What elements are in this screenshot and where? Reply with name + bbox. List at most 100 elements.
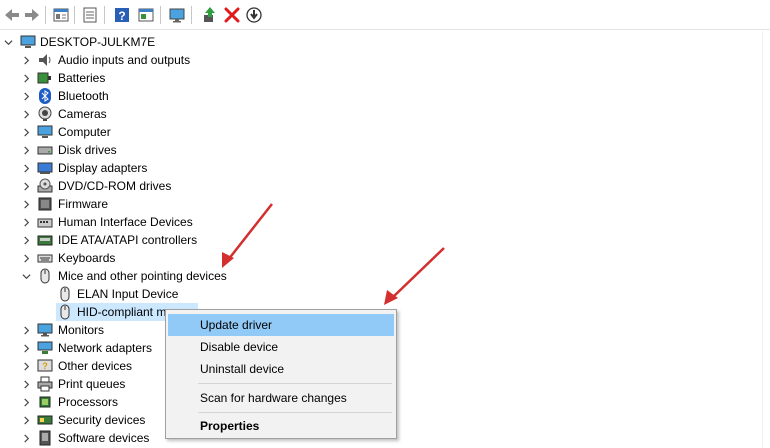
tree-category[interactable]: Firmware [0, 195, 260, 213]
chevron-right-icon[interactable] [20, 195, 32, 213]
toolbar: ? [0, 0, 770, 30]
tree-item-label: Batteries [58, 71, 106, 85]
context-menu: Update driver Disable device Uninstall d… [165, 309, 397, 439]
tree-category[interactable]: IDE ATA/ATAPI controllers [0, 231, 260, 249]
tree-category[interactable]: Bluetooth [0, 87, 260, 105]
back-icon[interactable] [2, 5, 22, 25]
chevron-right-icon[interactable] [20, 231, 32, 249]
chevron-right-icon[interactable] [20, 123, 32, 141]
chevron-right-icon[interactable] [20, 411, 32, 429]
tree-category[interactable]: Display adapters [0, 159, 260, 177]
ide-icon [37, 232, 53, 248]
svg-text:?: ? [118, 9, 125, 23]
tree-item-elan[interactable]: ELAN Input Device [0, 285, 200, 303]
tree-item-label: Bluetooth [58, 89, 109, 103]
toolbar-separator [160, 6, 161, 24]
chevron-right-icon[interactable] [20, 177, 32, 195]
chevron-right-icon[interactable] [20, 357, 32, 375]
chevron-right-icon[interactable] [20, 69, 32, 87]
tree-category[interactable]: Human Interface Devices [0, 213, 260, 231]
tree-item-label: Processors [58, 395, 119, 409]
tree-item-label: DVD/CD-ROM drives [58, 179, 172, 193]
vertical-scrollbar[interactable] [762, 31, 770, 448]
download-icon[interactable] [244, 5, 264, 25]
tree-item-label: Disk drives [58, 143, 117, 157]
tree-category[interactable]: Batteries [0, 69, 260, 87]
properties-icon[interactable] [51, 5, 71, 25]
tree-category[interactable]: Disk drives [0, 141, 260, 159]
camera-icon [37, 106, 53, 122]
uninstall-icon[interactable] [222, 5, 242, 25]
update-driver-icon[interactable] [200, 5, 220, 25]
menu-item-update-driver[interactable]: Update driver [168, 314, 394, 336]
tree-category[interactable]: Keyboards [0, 249, 260, 267]
chevron-right-icon[interactable] [20, 429, 32, 447]
network-icon [37, 340, 53, 356]
security-icon [37, 412, 53, 428]
tree-root-label: DESKTOP-JULKM7E [40, 35, 156, 49]
chevron-right-icon[interactable] [20, 375, 32, 393]
help-icon[interactable]: ? [112, 5, 132, 25]
chevron-right-icon[interactable] [20, 87, 32, 105]
tree-item-label: Print queues [58, 377, 126, 391]
tree-item-label: Cameras [58, 107, 107, 121]
tree-item-label: Firmware [58, 197, 108, 211]
menu-item-scan-hardware[interactable]: Scan for hardware changes [168, 387, 394, 409]
tree-root[interactable]: DESKTOP-JULKM7E [0, 33, 200, 51]
mouse-icon [57, 304, 73, 320]
computer-icon [20, 34, 36, 50]
mouse-icon [57, 286, 73, 302]
tree-category[interactable]: Cameras [0, 105, 260, 123]
tree-item-label: IDE ATA/ATAPI controllers [58, 233, 198, 247]
menu-item-disable-device[interactable]: Disable device [168, 336, 394, 358]
display-adapter-icon [37, 160, 53, 176]
tree-item-label: Network adapters [58, 341, 153, 355]
chevron-right-icon[interactable] [20, 321, 32, 339]
other-devices-icon: ? [37, 358, 53, 374]
menu-separator [198, 412, 392, 413]
monitor-icon[interactable] [167, 5, 187, 25]
toolbar-separator [45, 6, 46, 24]
tree-item-label: Monitors [58, 323, 105, 337]
forward-icon[interactable] [22, 5, 42, 25]
menu-item-uninstall-device[interactable]: Uninstall device [168, 358, 394, 380]
tree-item-label: Mice and other pointing devices [58, 269, 227, 283]
toolbar-separator [74, 6, 75, 24]
tree-item-label: Other devices [58, 359, 133, 373]
chevron-down-icon[interactable] [2, 33, 14, 51]
computer-icon [37, 124, 53, 140]
tree-category[interactable]: DVD/CD-ROM drives [0, 177, 260, 195]
tree-item-label: Security devices [58, 413, 146, 427]
toolbar-separator [104, 6, 105, 24]
tree-item-label: HID-compliant m [77, 305, 167, 319]
chevron-right-icon[interactable] [20, 105, 32, 123]
tree-item-label: Audio inputs and outputs [58, 53, 191, 67]
tree-category[interactable]: Mice and other pointing devices [0, 267, 260, 285]
chevron-right-icon[interactable] [20, 213, 32, 231]
chevron-right-icon[interactable] [20, 339, 32, 357]
monitor-icon [37, 322, 53, 338]
tree-item-label: Display adapters [58, 161, 148, 175]
chevron-right-icon[interactable] [20, 159, 32, 177]
tree-item-label: Software devices [58, 431, 150, 445]
bluetooth-icon [37, 88, 53, 104]
chevron-right-icon[interactable] [20, 141, 32, 159]
dvd-icon [37, 178, 53, 194]
tree-item-label: Human Interface Devices [58, 215, 193, 229]
processor-icon [37, 394, 53, 410]
menu-separator [198, 383, 392, 384]
tree-item-label: Computer [58, 125, 111, 139]
chevron-right-icon[interactable] [20, 51, 32, 69]
chevron-down-icon[interactable] [20, 267, 32, 285]
firmware-icon [37, 196, 53, 212]
tree-category[interactable]: Audio inputs and outputs [0, 51, 260, 69]
chevron-right-icon[interactable] [20, 393, 32, 411]
document-icon[interactable] [80, 5, 100, 25]
console-icon[interactable] [136, 5, 156, 25]
hid-icon [37, 214, 53, 230]
tree-category[interactable]: Computer [0, 123, 260, 141]
toolbar-separator [191, 6, 192, 24]
menu-item-properties[interactable]: Properties [168, 415, 394, 437]
audio-icon [37, 52, 53, 68]
chevron-right-icon[interactable] [20, 249, 32, 267]
